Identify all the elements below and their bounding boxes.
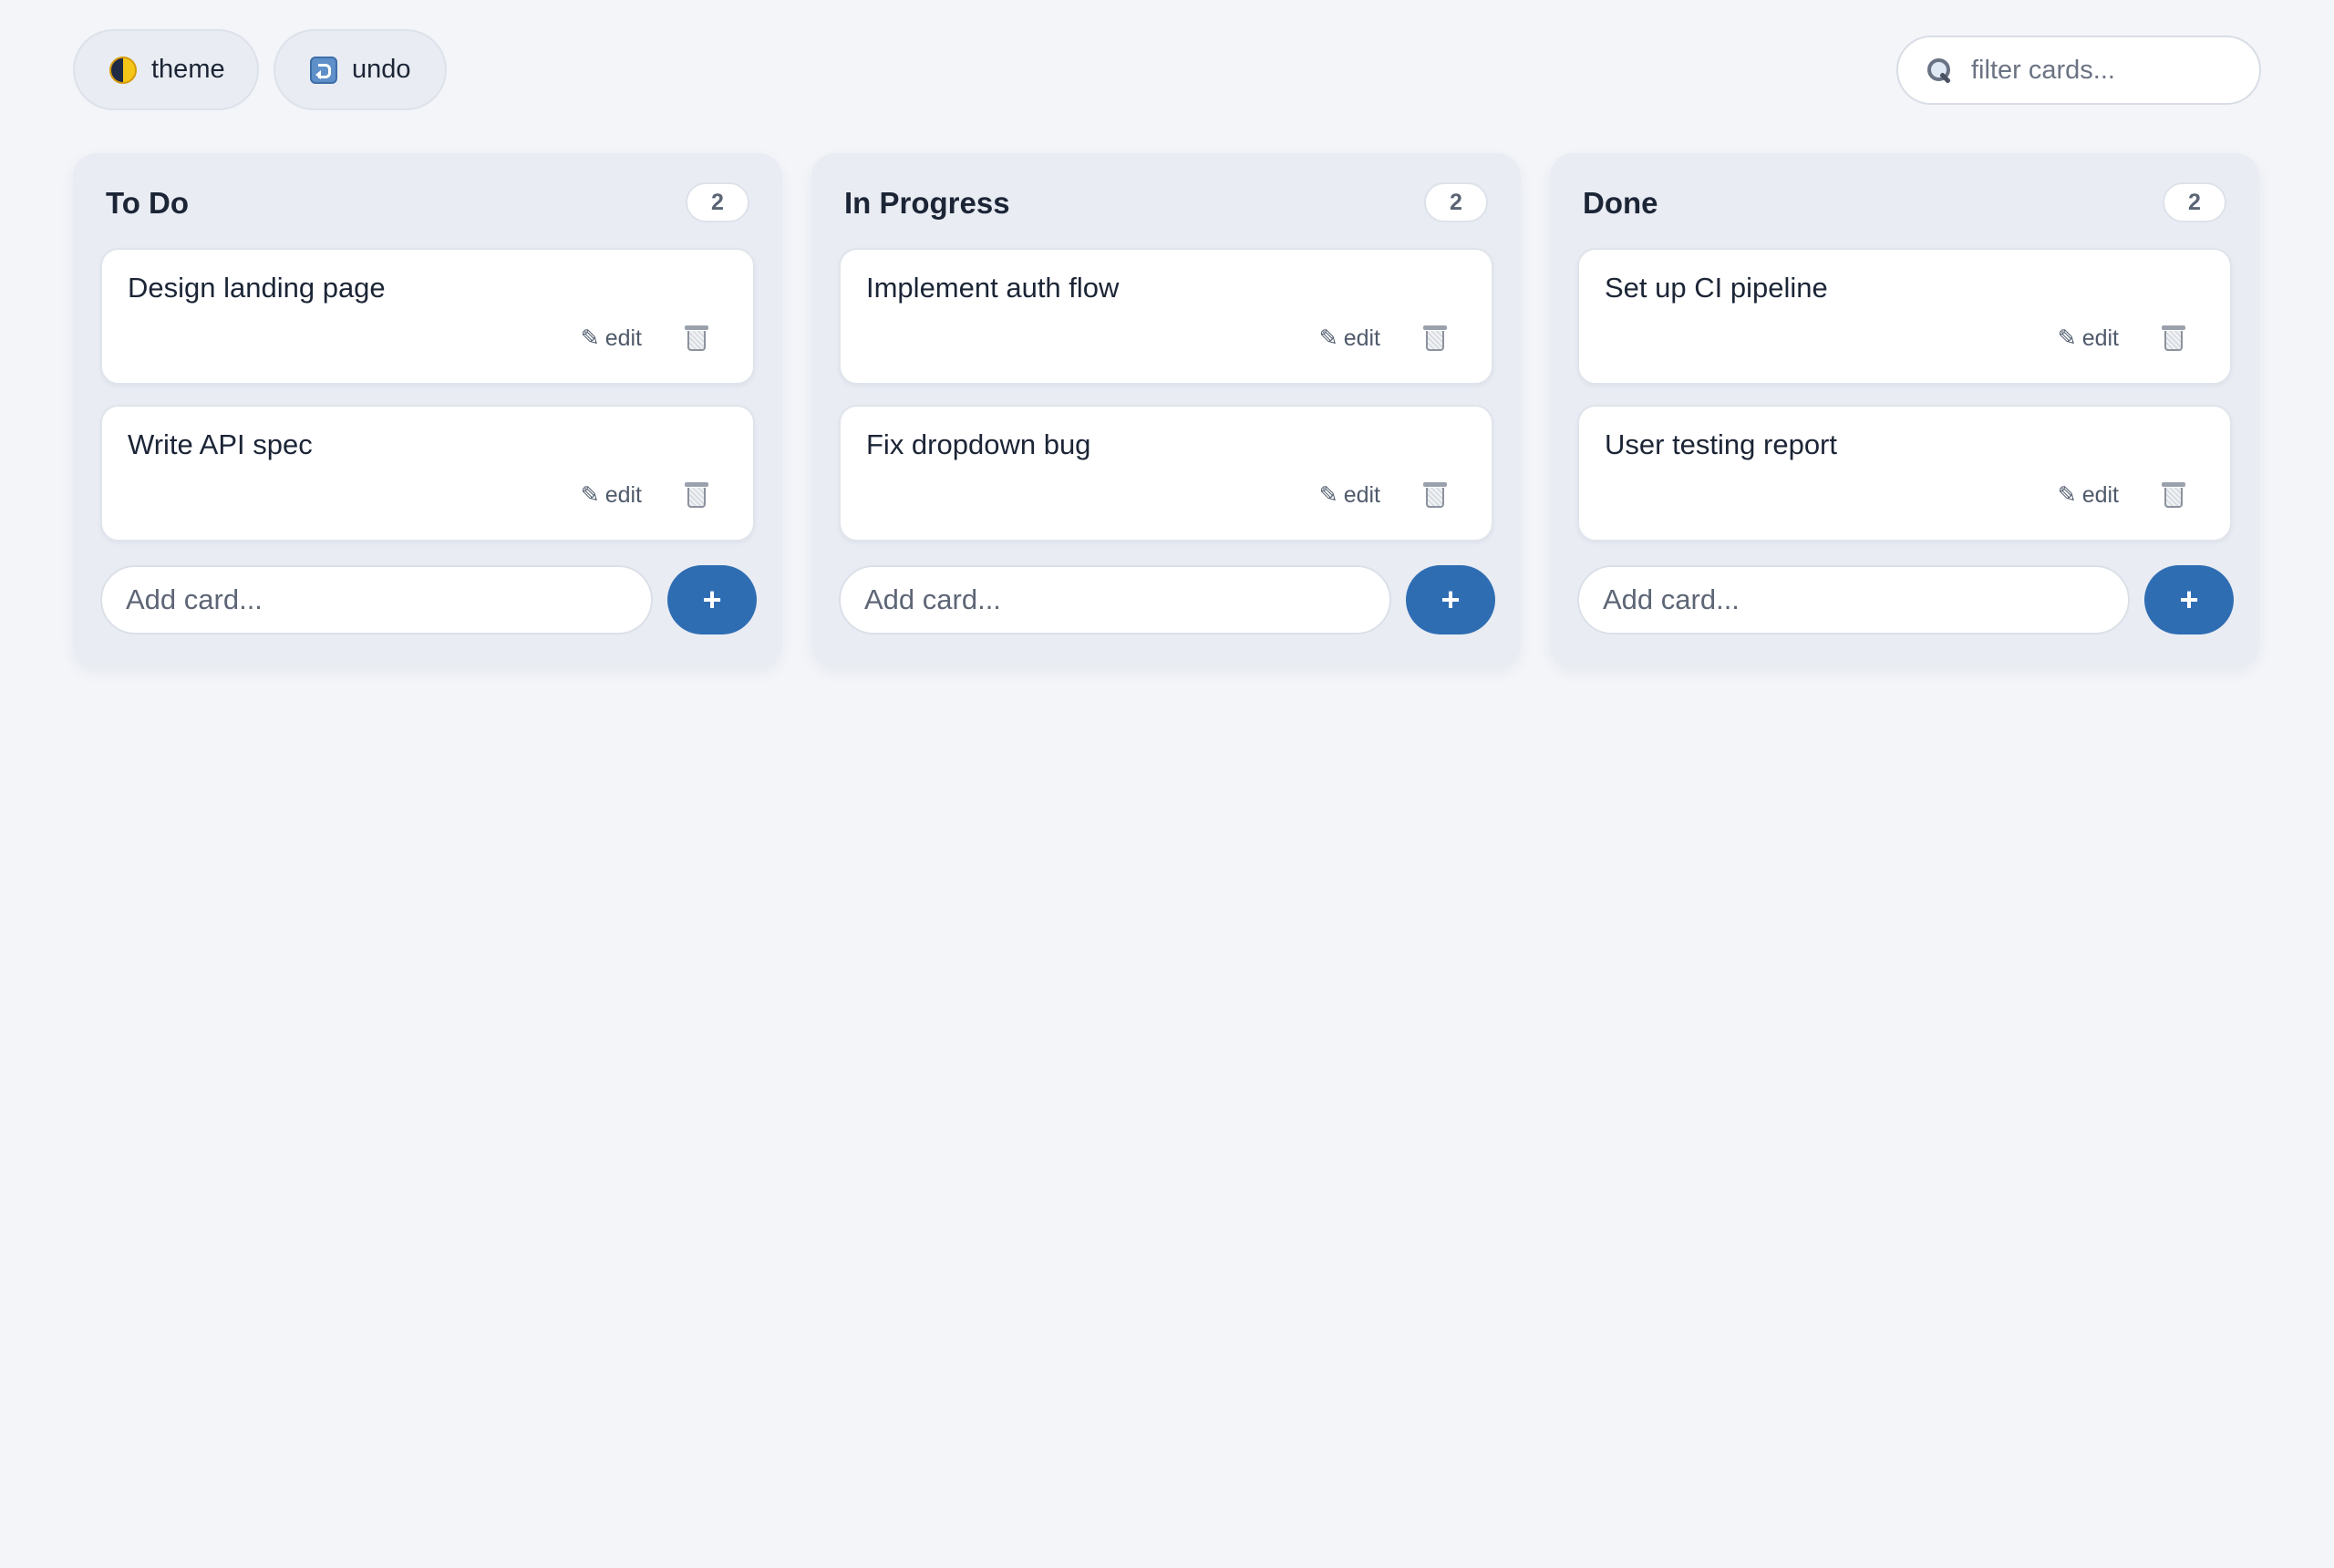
pencil-icon: ✎ bbox=[1318, 482, 1338, 508]
add-card-row: + bbox=[1577, 565, 2234, 634]
card[interactable]: Set up CI pipeline ✎ edit bbox=[1577, 248, 2232, 385]
pencil-icon: ✎ bbox=[580, 325, 600, 351]
trash-icon[interactable] bbox=[2161, 481, 2186, 509]
edit-label: edit bbox=[604, 325, 642, 351]
add-card-input[interactable] bbox=[100, 565, 653, 634]
theme-button-label: theme bbox=[151, 55, 225, 84]
filter-input[interactable] bbox=[1969, 54, 2243, 87]
search-icon bbox=[1926, 57, 1953, 84]
edit-card-button[interactable]: ✎ edit bbox=[1319, 325, 1380, 352]
card-title: Implement auth flow bbox=[866, 272, 1120, 304]
trash-icon[interactable] bbox=[1422, 481, 1448, 509]
add-card-button[interactable]: + bbox=[667, 565, 757, 634]
edit-card-button[interactable]: ✎ edit bbox=[2058, 481, 2119, 509]
theme-icon bbox=[109, 56, 137, 84]
edit-label: edit bbox=[2081, 325, 2119, 351]
add-card-button[interactable]: + bbox=[1406, 565, 1495, 634]
add-card-button[interactable]: + bbox=[2144, 565, 2234, 634]
add-card-input[interactable] bbox=[839, 565, 1391, 634]
card[interactable]: User testing report ✎ edit bbox=[1577, 405, 2232, 542]
card-title: Write API spec bbox=[128, 428, 313, 460]
add-card-row: + bbox=[100, 565, 757, 634]
undo-icon bbox=[310, 56, 337, 84]
pencil-icon: ✎ bbox=[580, 482, 600, 508]
trash-icon[interactable] bbox=[2161, 325, 2186, 352]
pencil-icon: ✎ bbox=[2057, 482, 2077, 508]
card[interactable]: Implement auth flow ✎ edit bbox=[839, 248, 1493, 385]
filter-box bbox=[1896, 36, 2261, 105]
edit-label: edit bbox=[1343, 481, 1380, 508]
undo-button[interactable]: undo bbox=[274, 29, 447, 110]
edit-card-button[interactable]: ✎ edit bbox=[581, 325, 642, 352]
column-title: To Do bbox=[106, 186, 190, 220]
column-count-badge: 2 bbox=[686, 182, 749, 222]
column-count-badge: 2 bbox=[2163, 182, 2226, 222]
card-title: Set up CI pipeline bbox=[1605, 272, 1828, 304]
card-title: Design landing page bbox=[128, 272, 386, 304]
column-done: Done 2 Set up CI pipeline ✎ edit User te… bbox=[1550, 153, 2259, 667]
add-card-row: + bbox=[839, 565, 1495, 634]
trash-icon[interactable] bbox=[684, 325, 709, 352]
card[interactable]: Design landing page ✎ edit bbox=[100, 248, 755, 385]
trash-icon[interactable] bbox=[1422, 325, 1448, 352]
edit-card-button[interactable]: ✎ edit bbox=[1319, 481, 1380, 509]
toolbar: theme undo bbox=[73, 29, 2261, 111]
card[interactable]: Write API spec ✎ edit bbox=[100, 405, 755, 542]
edit-label: edit bbox=[1343, 325, 1380, 351]
kanban-board: To Do 2 Design landing page ✎ edit Write… bbox=[73, 153, 2261, 673]
edit-label: edit bbox=[2081, 481, 2119, 508]
column-count-badge: 2 bbox=[1424, 182, 1488, 222]
card[interactable]: Fix dropdown bug ✎ edit bbox=[839, 405, 1493, 542]
column-title: In Progress bbox=[844, 186, 1010, 220]
column-in-progress: In Progress 2 Implement auth flow ✎ edit… bbox=[811, 153, 1521, 667]
trash-icon[interactable] bbox=[684, 481, 709, 509]
edit-card-button[interactable]: ✎ edit bbox=[581, 481, 642, 509]
card-title: Fix dropdown bug bbox=[866, 428, 1091, 460]
edit-card-button[interactable]: ✎ edit bbox=[2058, 325, 2119, 352]
add-card-input[interactable] bbox=[1577, 565, 2130, 634]
theme-toggle-button[interactable]: theme bbox=[73, 29, 259, 110]
column-to-do: To Do 2 Design landing page ✎ edit Write… bbox=[73, 153, 782, 667]
pencil-icon: ✎ bbox=[1318, 325, 1338, 351]
card-title: User testing report bbox=[1605, 428, 1837, 460]
pencil-icon: ✎ bbox=[2057, 325, 2077, 351]
column-title: Done bbox=[1583, 186, 1658, 220]
edit-label: edit bbox=[604, 481, 642, 508]
undo-button-label: undo bbox=[352, 55, 411, 84]
